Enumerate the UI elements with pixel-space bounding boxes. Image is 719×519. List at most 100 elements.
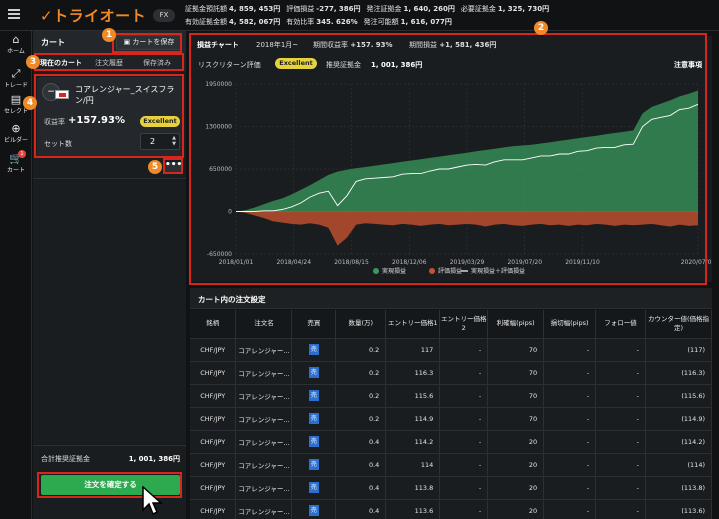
pnl-chart: 1950000 1300000 650000 0 -6500002018/01/01 20… [205, 81, 712, 275]
table-cell: - [595, 475, 646, 499]
table-cell: 70 [487, 337, 545, 361]
column-header[interactable]: 売買 [291, 310, 337, 338]
rail-label: カート [6, 167, 25, 174]
cart-item-card[interactable]: − コアレンジャー_スイスフラン/円 収益率 +157.93% Excellen… [37, 77, 182, 157]
table-cell: (117) [645, 337, 713, 361]
period-selector[interactable]: 2018年1月~ [256, 40, 298, 50]
rail-item-trade[interactable]: ⤢ トレード [0, 67, 32, 90]
table-cell: - [439, 383, 489, 407]
save-cart-label: カートを保存 [132, 38, 175, 46]
table-cell: 20 [487, 475, 545, 499]
table-row: CHF/JPY コアレンジャー... 売 0.2 117-70- - (117) [190, 337, 713, 361]
table-cell: - [595, 406, 646, 430]
table-cell: - [543, 383, 597, 407]
cart-count-badge: 1 [18, 150, 26, 158]
chart-panel: リスクリターン評価 Excellent 推奨証拠金 1, 001, 386円 注… [190, 54, 712, 282]
column-header[interactable]: エントリー価格2 [439, 310, 489, 338]
tab-pnl-chart[interactable]: 損益チャート [197, 40, 239, 50]
cart-tabs: 現在のカート 注文履歴 保存済み [33, 53, 186, 71]
column-header[interactable]: 注文名 [235, 310, 293, 338]
table-cell: 20 [487, 452, 545, 476]
main-area: 損益チャート 2018年1月~ 期間収益率 +157. 93% 期間損益 +1,… [186, 31, 719, 519]
table-cell: 売 [291, 475, 337, 499]
table-cell: コアレンジャー... [235, 383, 293, 407]
chart-tab-bar: 損益チャート 2018年1月~ 期間収益率 +157. 93% 期間損益 +1,… [190, 36, 712, 54]
product-tag[interactable]: FX [153, 9, 175, 22]
table-cell: - [543, 360, 597, 384]
rail-item-cart[interactable]: 🛒 カート 1 [0, 150, 32, 174]
legend-label: 実現損益 [382, 267, 406, 275]
rail-label: ビルダー [3, 137, 28, 144]
profit-rate-label: 収益率 [44, 118, 65, 126]
tab-current-cart[interactable]: 現在のカート [40, 58, 82, 68]
stat-label: 有効証拠金額 [185, 18, 227, 26]
stat-label: 証拠金預託額 [185, 5, 227, 13]
column-header[interactable]: エントリー価格1 [385, 310, 441, 338]
stepper-arrows-icon[interactable]: ▲ ▼ [172, 135, 176, 147]
logo-mark-icon: ✓ [40, 7, 54, 25]
x-tick-label: 2019/03/29 [450, 259, 485, 266]
tab-saved[interactable]: 保存済み [143, 58, 171, 68]
table-cell: 0.4 [335, 498, 387, 519]
sets-stepper[interactable]: 2 ▲ ▼ [140, 133, 180, 150]
table-cell: 114 [385, 452, 441, 476]
stat-value: 1, 640, 260円 [403, 5, 455, 13]
table-cell: 20 [487, 498, 545, 519]
table-cell: 0.4 [335, 429, 387, 453]
stat-value: -277, 386円 [316, 5, 361, 13]
x-tick-label: 2018/04/24 [276, 259, 311, 266]
column-header[interactable]: フォロー値 [595, 310, 646, 338]
stats-row-2: 有効証拠金額 4, 582, 067円 有効比率 345. 626% 発注可能額 1, 6… [185, 16, 555, 29]
legend-swatch [373, 268, 379, 274]
table-cell: - [595, 337, 646, 361]
sets-label: セット数 [44, 140, 72, 148]
sell-badge: 売 [308, 505, 319, 517]
sell-badge: 売 [308, 482, 319, 493]
marker-1: 1 [102, 28, 116, 42]
rail-label: トレード [3, 82, 28, 89]
table-cell: 70 [487, 360, 545, 384]
column-header[interactable]: 数量(万) [335, 310, 387, 338]
table-cell: 0.2 [335, 360, 387, 384]
column-header[interactable]: 銘柄 [190, 310, 237, 338]
stat-label: 発注可能額 [363, 18, 399, 26]
y-tick-label: 0 [228, 209, 232, 216]
profit-rate-value: +157.93% [68, 115, 125, 126]
order-settings-title: カート内の注文設定 [198, 295, 266, 304]
brand-logo[interactable]: ✓トライオート [40, 5, 146, 26]
trade-icon: ⤢ [11, 67, 21, 80]
stat-item: 有効比率 345. 626% [286, 18, 357, 26]
sell-badge: 売 [308, 436, 319, 447]
save-cart-button[interactable]: ▣ カートを保存 [116, 35, 182, 50]
hamburger-menu-icon[interactable] [8, 9, 20, 19]
table-cell: (114.2) [645, 429, 713, 453]
y-tick-label: -650000 [207, 251, 232, 258]
table-cell: 0.2 [335, 337, 387, 361]
table-cell: 0.4 [335, 452, 387, 476]
legend-swatch [429, 268, 435, 274]
marker-3: 3 [26, 55, 40, 69]
table-cell: - [439, 452, 489, 476]
column-header[interactable]: 損切幅(pips) [543, 310, 597, 338]
brand-name: トライオート [53, 7, 147, 25]
table-cell: 113.8 [385, 475, 441, 499]
table-cell: (113.8) [645, 475, 713, 499]
table-cell: CHF/JPY [190, 360, 237, 384]
tab-order-history[interactable]: 注文履歴 [95, 58, 123, 68]
period-return: 期間収益率 +157. 93% [313, 40, 393, 50]
column-header[interactable]: 利確幅(pips) [487, 310, 545, 338]
column-header[interactable]: カウンター値(価格指定) [645, 310, 713, 338]
table-cell: - [543, 337, 597, 361]
table-cell: CHF/JPY [190, 429, 237, 453]
more-options-button[interactable]: ••• [165, 161, 182, 173]
table-cell: 115.6 [385, 383, 441, 407]
rail-item-builder[interactable]: ⊕ ビルダー [0, 123, 32, 145]
table-cell: - [543, 452, 597, 476]
stat-label: 有効比率 [286, 18, 315, 26]
table-cell: 0.2 [335, 383, 387, 407]
rail-item-home[interactable]: ⌂ ホーム [0, 34, 32, 56]
period-pnl-value: +1, 581, 436円 [439, 41, 497, 49]
legend-label: 実現損益＋評価損益 [471, 267, 525, 275]
table-cell: 20 [487, 429, 545, 453]
table-cell: 114.9 [385, 406, 441, 430]
